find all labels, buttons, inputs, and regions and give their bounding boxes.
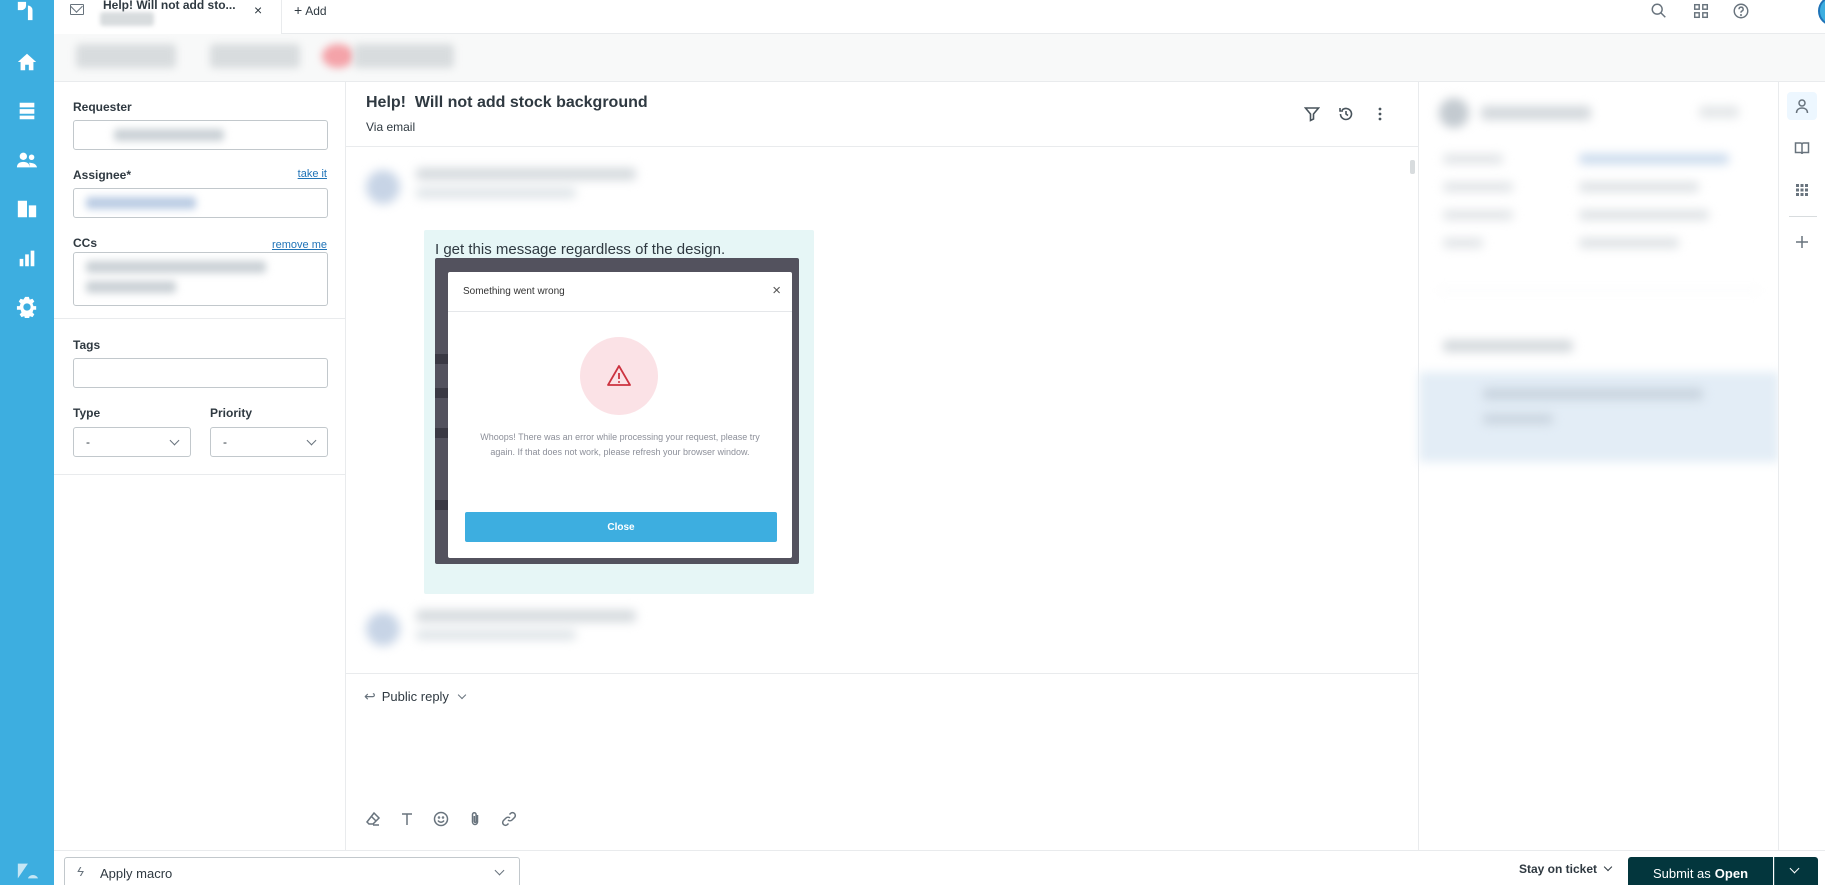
apply-macro-select[interactable]: ϟ Apply macro	[64, 857, 520, 885]
eraser-icon[interactable]	[364, 810, 382, 828]
chevron-down-icon	[457, 690, 467, 699]
customer-context-panel	[1418, 82, 1779, 850]
priority-select[interactable]: -	[210, 427, 328, 457]
help-icon[interactable]	[1730, 0, 1752, 22]
main-nav	[0, 0, 54, 885]
tab-title: Help! Will not add sto...	[103, 0, 236, 12]
ticket-properties: Requester Assignee* take it CCs remove m…	[54, 82, 346, 850]
user-avatar[interactable]	[1818, 0, 1825, 26]
products-grid-icon[interactable]	[1690, 0, 1712, 22]
breadcrumb-redacted[interactable]	[354, 44, 454, 68]
warning-icon	[580, 337, 658, 415]
bottom-action-bar: ϟ Apply macro Stay on ticket Submit as O…	[54, 850, 1825, 885]
message-text: I get this message regardless of the des…	[435, 241, 726, 258]
views-icon[interactable]	[12, 96, 42, 126]
assignee-label: Assignee*	[73, 168, 132, 182]
stay-on-ticket-select[interactable]: Stay on ticket	[1519, 862, 1613, 876]
reply-channel-selector[interactable]: ↩ Public reply	[364, 688, 467, 705]
breadcrumb-redacted[interactable]	[76, 44, 176, 68]
type-label: Type	[73, 406, 101, 420]
zendesk-z-icon[interactable]	[12, 856, 42, 885]
attachment-icon[interactable]	[466, 810, 484, 828]
message-header-redacted	[366, 162, 666, 222]
message-bubble: I get this message regardless of the des…	[424, 230, 814, 594]
status-badge-redacted	[322, 44, 354, 68]
assignee-field[interactable]	[73, 188, 328, 218]
dialog-header: Something went wrong ×	[448, 272, 792, 312]
customer-avatar-redacted	[1439, 98, 1469, 128]
admin-gear-icon[interactable]	[12, 292, 42, 322]
home-icon[interactable]	[12, 47, 42, 77]
conversation-pane: Help! Will not add stock background Via …	[346, 82, 1418, 850]
divider	[1789, 216, 1817, 217]
requester-field[interactable]	[73, 120, 328, 150]
mail-icon	[70, 4, 84, 15]
tags-label: Tags	[73, 338, 101, 352]
dialog-close-button: Close	[465, 512, 777, 542]
message-header-redacted	[366, 604, 666, 664]
customers-icon[interactable]	[12, 145, 42, 175]
customer-context-icon[interactable]	[1787, 92, 1817, 120]
link-icon[interactable]	[500, 810, 518, 828]
ticket-title: Help! Will not add stock background	[366, 94, 648, 111]
reply-composer[interactable]: ↩ Public reply	[346, 673, 1418, 850]
chevron-down-icon	[494, 865, 505, 876]
history-icon[interactable]	[1336, 104, 1356, 124]
context-rail	[1778, 82, 1825, 850]
type-select[interactable]: -	[73, 427, 191, 457]
reply-arrow-icon: ↩	[364, 688, 376, 704]
emoji-icon[interactable]	[432, 810, 450, 828]
submit-button[interactable]: Submit as Open	[1628, 857, 1773, 885]
tags-input[interactable]	[73, 358, 328, 388]
more-options-icon[interactable]	[1370, 104, 1390, 124]
reporting-icon[interactable]	[12, 243, 42, 273]
take-it-link[interactable]: take it	[298, 168, 327, 180]
ticket-toolbar	[54, 34, 1825, 82]
submit-status-dropdown[interactable]	[1774, 857, 1818, 885]
divider	[54, 318, 346, 319]
divider	[54, 474, 346, 475]
chevron-down-icon	[1603, 862, 1613, 872]
dialog-close-icon: ×	[772, 282, 781, 299]
chevron-down-icon	[1789, 863, 1800, 874]
plus-icon: +	[294, 2, 303, 18]
knowledge-book-icon[interactable]	[1787, 134, 1817, 162]
requester-label: Requester	[73, 100, 132, 114]
customer-name-redacted	[1481, 106, 1591, 120]
chevron-down-icon	[306, 435, 317, 446]
ccs-label: CCs	[73, 236, 98, 250]
attached-screenshot[interactable]: Something went wrong × Whoops! There was…	[435, 258, 799, 564]
ticket-tab[interactable]: Help! Will not add sto... ×	[54, 0, 282, 34]
scrollbar-thumb[interactable]	[1410, 160, 1415, 174]
dialog-message: Whoops! There was an error while process…	[480, 432, 760, 457]
search-icon[interactable]	[1648, 0, 1670, 22]
composer-toolbar	[364, 810, 518, 828]
dialog-title: Something went wrong	[463, 286, 565, 297]
tab-close-icon[interactable]: ×	[254, 2, 262, 18]
ccs-field[interactable]	[73, 252, 328, 306]
apps-grid-icon[interactable]	[1787, 176, 1817, 204]
zendesk-logo-icon[interactable]	[12, 0, 42, 26]
priority-label: Priority	[210, 406, 253, 420]
remove-me-link[interactable]: remove me	[272, 239, 327, 251]
breadcrumb-redacted[interactable]	[210, 44, 300, 68]
avatar-image	[1818, 0, 1825, 26]
add-app-plus-icon[interactable]	[1787, 228, 1817, 256]
ticket-header: Help! Will not add stock background Via …	[346, 82, 1418, 147]
text-format-icon[interactable]	[398, 810, 416, 828]
add-tab-button[interactable]: + Add	[294, 2, 327, 18]
organizations-icon[interactable]	[12, 194, 42, 224]
filter-icon[interactable]	[1302, 104, 1322, 124]
chevron-down-icon	[169, 435, 180, 446]
error-dialog: Something went wrong × Whoops! There was…	[448, 272, 792, 558]
ticket-channel: Via email	[366, 120, 416, 134]
related-ticket-redacted[interactable]	[1419, 372, 1779, 462]
tab-subtitle-redacted	[100, 12, 154, 26]
top-bar: Help! Will not add sto... × + Add	[54, 0, 1825, 34]
lightning-icon: ϟ	[77, 864, 84, 879]
